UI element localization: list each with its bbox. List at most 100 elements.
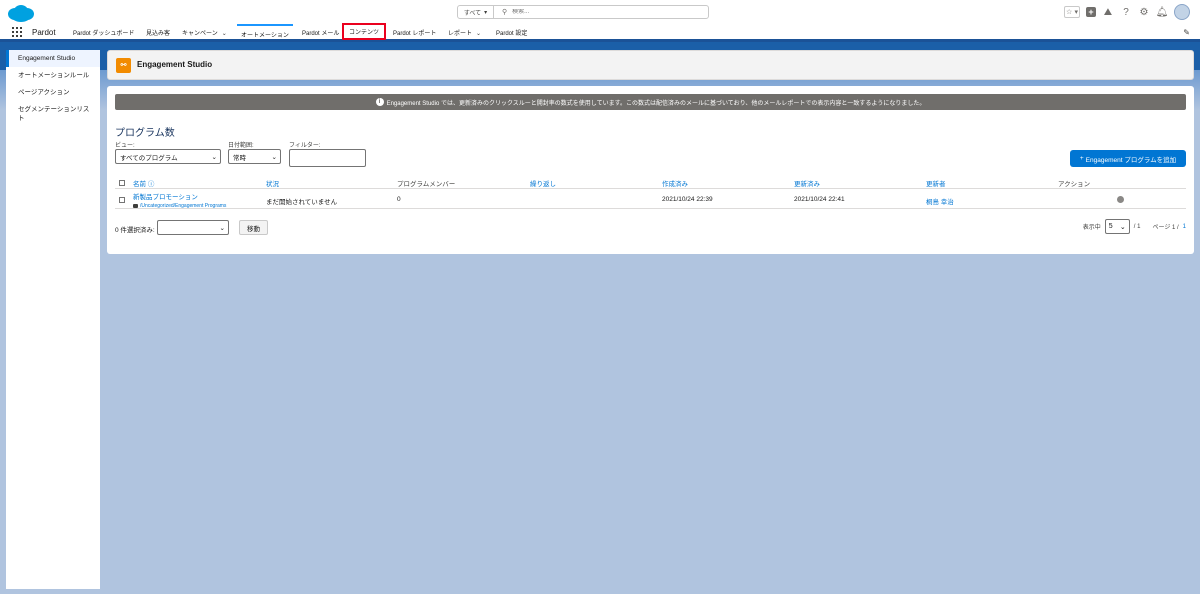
plus-icon: +	[1079, 155, 1084, 162]
chevron-down-icon: ⌄	[211, 153, 217, 161]
notification-bell-icon[interactable]: 🔔︎	[1156, 6, 1169, 18]
per-page-select[interactable]: 5 ⌄	[1104, 219, 1130, 234]
app-name: Pardot	[32, 28, 56, 37]
folder-icon	[133, 204, 138, 208]
column-header-updated[interactable]: 更新済み	[794, 178, 820, 188]
tab-pardot-settings[interactable]: Pardot 設定	[496, 28, 527, 37]
table-footer: 0 件選択済み: ⌄ 移動 表示中 5 ⌄ / 1 ページ 1 / 1	[115, 219, 1186, 237]
per-page-total: / 1	[1133, 223, 1141, 230]
tab-label: キャンペーン	[182, 31, 218, 37]
search-icon: ⚲	[502, 9, 508, 16]
search-input[interactable]	[512, 9, 693, 15]
trailhead-icon[interactable]: ⛰	[1102, 6, 1114, 18]
notice-text: Engagement Studio では、更新済みのクリックスルーと開封率の数式…	[386, 100, 926, 107]
bulk-action-select[interactable]: ⌄	[157, 220, 229, 235]
tab-label: Pardot メール	[302, 31, 340, 37]
caret-down-icon: ▾	[484, 9, 488, 16]
column-header-name[interactable]: 名前 ⓘ	[133, 178, 154, 188]
table-row: 新製品プロモーション /Uncategorized/Engagement Pro…	[115, 189, 1186, 209]
column-header-repeat[interactable]: 繰り返し	[530, 178, 556, 188]
page-label: ページ 1 /	[1152, 225, 1179, 231]
program-updater-link[interactable]: 桐島 幸治	[926, 196, 954, 206]
search-scope-dropdown[interactable]: すべて ▾	[458, 6, 494, 18]
column-header-action: アクション	[1058, 181, 1091, 188]
filter-input[interactable]	[289, 149, 366, 167]
filter-label: フィルター:	[289, 143, 321, 149]
info-notice-banner: i Engagement Studio では、更新済みのクリックスルーと開封率の…	[115, 94, 1186, 110]
main-card: i Engagement Studio では、更新済みのクリックスルーと開封率の…	[107, 86, 1194, 254]
tab-prospects[interactable]: 見込み客	[146, 28, 170, 37]
section-title: プログラム数	[115, 128, 175, 139]
program-name-cell: 新製品プロモーション /Uncategorized/Engagement Pro…	[133, 191, 226, 209]
view-select-value: すべてのプログラム	[120, 154, 178, 162]
tab-content[interactable]: コンテンツ	[341, 23, 387, 40]
header-utility-icons: ☆ ▾ + ⛰ ? ⚙ 🔔︎	[1064, 4, 1190, 20]
tab-label: 見込み客	[146, 31, 171, 37]
star-icon: ☆	[1066, 9, 1073, 16]
tab-pardot-email[interactable]: Pardot メール	[302, 28, 339, 37]
view-select[interactable]: すべてのプログラム ⌄	[115, 149, 221, 164]
tab-campaigns[interactable]: キャンペーン ⌄	[182, 28, 227, 37]
chevron-down-icon[interactable]: ⌄	[222, 31, 227, 37]
tab-automation[interactable]: オートメーション	[237, 24, 293, 39]
tab-label: Pardot 設定	[496, 31, 528, 37]
salesforce-logo[interactable]	[7, 4, 35, 23]
favorites-button[interactable]: ☆ ▾	[1064, 6, 1080, 18]
program-name-link[interactable]: 新製品プロモーション	[133, 194, 198, 201]
column-header-name-label: 名前	[133, 181, 146, 188]
add-button-label: Engagement プログラムを追加	[1085, 156, 1177, 164]
tab-label: コンテンツ	[349, 30, 380, 36]
column-header-status[interactable]: 状況	[266, 178, 279, 188]
select-all-checkbox[interactable]	[119, 180, 125, 186]
sidebar-item-page-actions[interactable]: ページアクション	[6, 84, 100, 101]
selected-count-label: 0 件選択済み:	[115, 227, 155, 234]
column-header-updater[interactable]: 更新者	[926, 178, 946, 188]
column-header-created[interactable]: 作成済み	[662, 178, 688, 188]
global-create-button[interactable]: +	[1086, 7, 1096, 17]
pagination: 表示中 5 ⌄ / 1 ページ 1 / 1	[1083, 219, 1186, 234]
date-range-value: 常時	[233, 154, 246, 162]
chevron-down-icon[interactable]: ⌄	[476, 31, 481, 37]
help-icon[interactable]: ?	[1120, 6, 1132, 18]
chevron-down-icon: ⌄	[1119, 223, 1126, 231]
search-scope-label: すべて	[463, 10, 482, 17]
page-total-link[interactable]: 1	[1183, 224, 1186, 230]
tab-pardot-dashboard[interactable]: Pardot ダッシュボード	[73, 28, 134, 37]
tab-label: レポート	[448, 31, 473, 37]
global-search: すべて ▾ ⚲	[457, 5, 709, 19]
edit-nav-pencil-icon[interactable]: ✎	[1183, 28, 1190, 37]
page-title: Engagement Studio	[137, 60, 213, 69]
row-checkbox[interactable]	[119, 197, 125, 203]
program-created: 2021/10/24 22:39	[662, 196, 713, 203]
tab-reports[interactable]: レポート ⌄	[448, 28, 481, 37]
table-header-row: 名前 ⓘ 状況 プログラムメンバー 繰り返し 作成済み 更新済み 更新者 アクシ…	[115, 178, 1186, 189]
caret-down-icon: ▾	[1074, 9, 1078, 16]
info-icon: i	[375, 98, 384, 106]
app-launcher-icon[interactable]	[12, 27, 22, 37]
column-header-members: プログラムメンバー	[397, 181, 456, 188]
chevron-down-icon: ⌄	[271, 153, 277, 161]
date-range-select[interactable]: 常時 ⌄	[228, 149, 281, 164]
sidebar-item-segmentation-lists[interactable]: セグメンテーションリスト	[6, 101, 100, 127]
program-folder: /Uncategorized/Engagement Programs	[133, 203, 226, 209]
program-members: 0	[397, 196, 401, 203]
setup-gear-icon[interactable]: ⚙	[1138, 6, 1150, 18]
engagement-studio-icon: ⚯	[116, 58, 131, 73]
date-range-label: 日付範囲:	[228, 143, 254, 149]
add-engagement-program-button[interactable]: + Engagement プログラムを追加	[1070, 150, 1186, 167]
automation-sidebar: Engagement Studio オートメーションルール ページアクション セ…	[6, 50, 100, 589]
move-button[interactable]: 移動	[239, 220, 268, 235]
display-label: 表示中	[1082, 225, 1101, 231]
sidebar-item-engagement-studio[interactable]: Engagement Studio	[6, 50, 100, 67]
chevron-down-icon: ⌄	[219, 224, 225, 232]
info-icon: ⓘ	[147, 181, 155, 188]
sidebar-item-automation-rules[interactable]: オートメーションルール	[6, 67, 100, 84]
tab-label: Pardot レポート	[393, 31, 437, 37]
user-avatar[interactable]	[1174, 4, 1190, 20]
tab-pardot-reports[interactable]: Pardot レポート	[393, 28, 436, 37]
tab-label: Pardot ダッシュボード	[73, 31, 135, 37]
gear-icon[interactable]	[1117, 196, 1124, 203]
program-updated: 2021/10/24 22:41	[794, 196, 845, 203]
folder-path-link[interactable]: /Uncategorized/Engagement Programs	[140, 203, 226, 209]
programs-table: 名前 ⓘ 状況 プログラムメンバー 繰り返し 作成済み 更新済み 更新者 アクシ…	[115, 178, 1186, 209]
